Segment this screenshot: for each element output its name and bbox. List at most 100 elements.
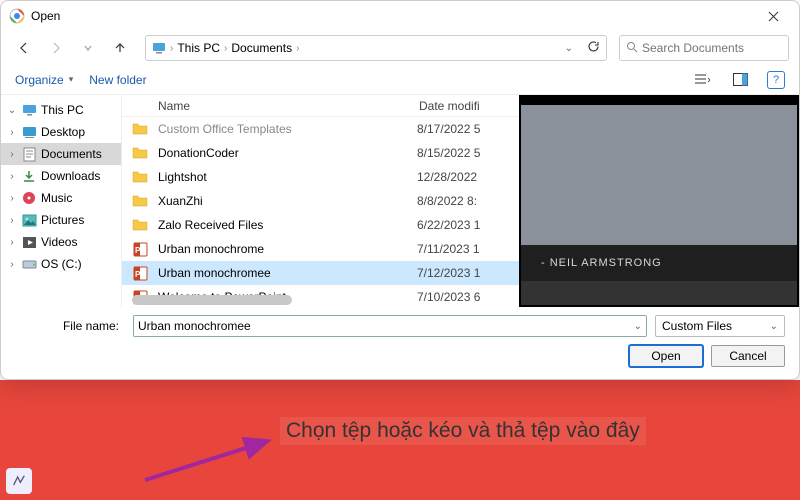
pc-icon xyxy=(152,41,166,55)
chevron-right-icon: › xyxy=(296,43,299,54)
downloads-icon xyxy=(21,169,37,183)
nav-back-button[interactable] xyxy=(11,35,37,61)
app-icon xyxy=(9,8,25,24)
sidebar-item-documents[interactable]: › Documents xyxy=(1,143,121,165)
sidebar-item-os-c-[interactable]: ›OS (C:) xyxy=(1,253,121,275)
preview-pane: - NEIL ARMSTRONG xyxy=(519,95,799,307)
nav-bar: › This PC › Documents › ⌄ xyxy=(1,31,799,65)
filter-label: Custom Files xyxy=(662,319,732,333)
drive-icon xyxy=(21,257,37,271)
sidebar-item-music[interactable]: › Music xyxy=(1,187,121,209)
file-row[interactable]: PUrban monochrome7/11/2023 1 xyxy=(122,237,519,261)
crumb-documents[interactable]: Documents xyxy=(231,41,292,55)
chevron-right-icon: › xyxy=(7,127,17,138)
folder-icon xyxy=(122,122,158,136)
sidebar-item-label: Documents xyxy=(41,147,102,161)
sidebar-item-label: Pictures xyxy=(41,213,84,227)
file-name: Custom Office Templates xyxy=(158,122,417,136)
search-box[interactable] xyxy=(619,35,789,61)
svg-text:P: P xyxy=(135,246,141,255)
organize-button[interactable]: Organize▾ xyxy=(15,73,73,87)
sidebar-item-label: Desktop xyxy=(41,125,85,139)
app-badge xyxy=(6,468,32,494)
powerpoint-icon: P xyxy=(122,266,158,281)
refresh-icon[interactable] xyxy=(587,40,600,56)
search-input[interactable] xyxy=(642,41,797,55)
sidebar-item-pictures[interactable]: › Pictures xyxy=(1,209,121,231)
nav-recent-button[interactable] xyxy=(75,35,101,61)
toolbar: Organize▾ New folder ? xyxy=(1,65,799,95)
col-date[interactable]: Date modifi xyxy=(419,99,519,113)
filename-input[interactable] xyxy=(138,319,634,333)
search-icon xyxy=(626,41,638,56)
cancel-button[interactable]: Cancel xyxy=(711,345,785,367)
annotation-arrow xyxy=(140,435,280,485)
sidebar-item-videos[interactable]: ›Videos xyxy=(1,231,121,253)
file-name: Urban monochromee xyxy=(158,266,417,280)
powerpoint-icon: P xyxy=(122,242,158,257)
file-type-filter[interactable]: Custom Files ⌄ xyxy=(655,315,785,337)
file-name: XuanZhi xyxy=(158,194,417,208)
file-date: 8/15/2022 5 xyxy=(417,146,519,160)
crumb-this-pc[interactable]: This PC xyxy=(177,41,220,55)
file-row[interactable]: Zalo Received Files6/22/2023 1 xyxy=(122,213,519,237)
chevron-right-icon: › xyxy=(7,171,17,182)
file-date: 7/10/2023 6 xyxy=(417,290,519,304)
file-row[interactable]: Custom Office Templates8/17/2022 5 xyxy=(122,117,519,141)
main-area: ⌄This PC › Desktop › Documents › Downloads › Mus… xyxy=(1,95,799,307)
nav-forward-button[interactable] xyxy=(43,35,69,61)
sidebar-item-label: Music xyxy=(41,191,72,205)
chevron-right-icon: › xyxy=(7,149,17,160)
folder-icon xyxy=(122,170,158,184)
file-header: Name Date modifi xyxy=(122,95,519,117)
folder-icon xyxy=(122,194,158,208)
chevron-right-icon: › xyxy=(7,237,17,248)
chevron-right-icon: › xyxy=(170,43,173,54)
sidebar-item-desktop[interactable]: › Desktop xyxy=(1,121,121,143)
sidebar-item-downloads[interactable]: › Downloads xyxy=(1,165,121,187)
open-file-dialog: Open › This PC › Documents › ⌄ Organize▾… xyxy=(0,0,800,380)
horizontal-scrollbar[interactable] xyxy=(132,295,432,305)
breadcrumb[interactable]: › This PC › Documents › ⌄ xyxy=(145,35,607,61)
pc-icon xyxy=(21,103,37,117)
chevron-down-icon: ⌄ xyxy=(7,105,17,116)
col-name[interactable]: Name xyxy=(122,99,419,113)
folder-icon xyxy=(122,218,158,232)
page-backdrop: Chọn tệp hoặc kéo và thả tệp vào đây xyxy=(0,380,800,500)
file-name: Urban monochrome xyxy=(158,242,417,256)
sidebar-item-label: Downloads xyxy=(41,169,100,183)
svg-text:P: P xyxy=(135,270,141,279)
file-row[interactable]: PUrban monochromee7/12/2023 1 xyxy=(122,261,519,285)
file-row[interactable]: Lightshot12/28/2022 xyxy=(122,165,519,189)
file-list: Custom Office Templates8/17/2022 5Donati… xyxy=(122,117,519,307)
file-date: 8/17/2022 5 xyxy=(417,122,519,136)
close-button[interactable] xyxy=(755,3,791,29)
nav-up-button[interactable] xyxy=(107,35,133,61)
new-folder-button[interactable]: New folder xyxy=(89,73,146,87)
chevron-down-icon[interactable]: ⌄ xyxy=(634,321,642,332)
sidebar: ⌄This PC › Desktop › Documents › Downloads › Mus… xyxy=(1,95,121,307)
folder-icon xyxy=(122,146,158,160)
sidebar-item-this-pc[interactable]: ⌄This PC xyxy=(1,99,121,121)
preview-caption: - NEIL ARMSTRONG xyxy=(541,257,662,269)
titlebar: Open xyxy=(1,1,799,31)
file-row[interactable]: XuanZhi8/8/2022 8: xyxy=(122,189,519,213)
file-date: 12/28/2022 xyxy=(417,170,519,184)
chevron-right-icon: › xyxy=(224,43,227,54)
help-button[interactable]: ? xyxy=(767,71,785,89)
desktop-icon xyxy=(21,125,37,139)
window-title: Open xyxy=(31,9,60,23)
open-button[interactable]: Open xyxy=(629,345,703,367)
music-icon xyxy=(21,191,37,205)
chevron-right-icon: › xyxy=(7,215,17,226)
filename-label: File name: xyxy=(15,319,125,333)
chevron-down-icon: ⌄ xyxy=(770,321,778,332)
chevron-right-icon: › xyxy=(7,193,17,204)
chevron-down-icon[interactable]: ⌄ xyxy=(565,43,573,54)
filename-input-wrap[interactable]: ⌄ xyxy=(133,315,647,337)
preview-pane-button[interactable] xyxy=(729,69,751,91)
view-mode-button[interactable] xyxy=(691,69,713,91)
file-date: 6/22/2023 1 xyxy=(417,218,519,232)
file-row[interactable]: DonationCoder8/15/2022 5 xyxy=(122,141,519,165)
file-name: Lightshot xyxy=(158,170,417,184)
